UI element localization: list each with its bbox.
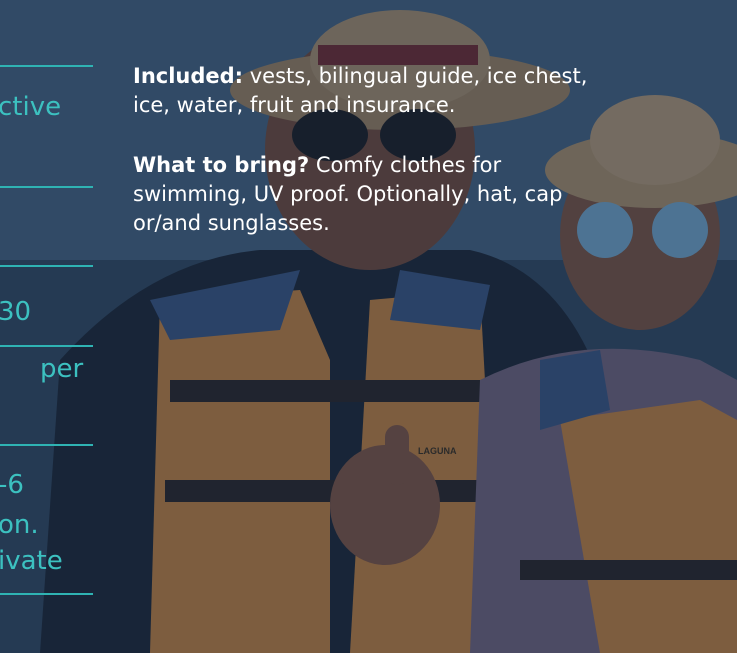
tour-info-block: Included: vests, bilingual guide, ice ch… xyxy=(133,62,613,269)
divider-line xyxy=(0,593,93,595)
divider-line xyxy=(0,186,93,188)
included-label: Included: xyxy=(133,64,244,88)
left-column-text-4: -6 xyxy=(0,470,24,500)
divider-line xyxy=(0,345,93,347)
hero-section: LAGUNA ctive 30 per -6 on. ivate Include… xyxy=(0,0,737,653)
bring-label: What to bring? xyxy=(133,153,310,177)
left-column-text-6: ivate xyxy=(0,546,63,576)
left-column-text-2: 30 xyxy=(0,297,32,327)
left-column-text-1: ctive xyxy=(0,92,62,122)
divider-line xyxy=(0,444,93,446)
included-paragraph: Included: vests, bilingual guide, ice ch… xyxy=(133,62,613,120)
left-column-text-5: on. xyxy=(0,510,39,540)
divider-line xyxy=(0,65,93,67)
left-column-text-3: per xyxy=(40,354,84,384)
vest-brand-text: LAGUNA xyxy=(418,446,457,456)
bring-paragraph: What to bring? Comfy clothes for swimmin… xyxy=(133,151,613,238)
divider-line xyxy=(0,265,93,267)
